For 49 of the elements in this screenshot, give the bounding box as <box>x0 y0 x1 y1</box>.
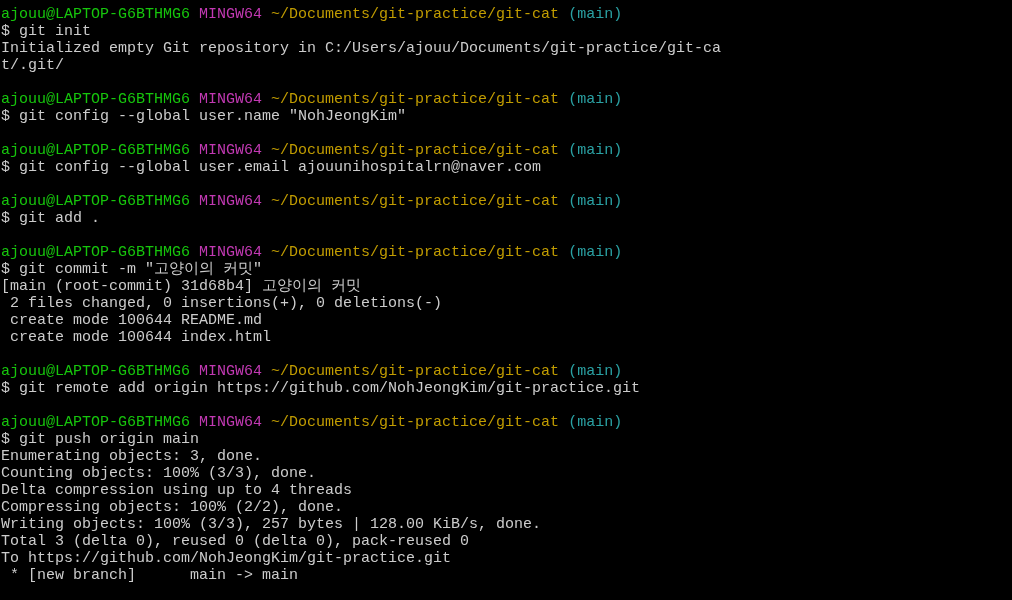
prompt-branch: (main) <box>568 244 623 261</box>
prompt-branch: (main) <box>568 363 623 380</box>
prompt-user-host: ajouu@LAPTOP-G6BTHMG6 <box>1 6 191 23</box>
output-line: Counting objects: 100% (3/3), done. <box>1 465 317 482</box>
command-line: $ git push origin main <box>1 431 200 448</box>
prompt-branch: (main) <box>568 142 623 159</box>
prompt-branch: (main) <box>568 6 623 23</box>
prompt-system: MINGW64 <box>199 91 263 108</box>
prompt-path: ~/Documents/git-practice/git-cat <box>271 91 560 108</box>
prompt-user-host: ajouu@LAPTOP-G6BTHMG6 <box>1 142 191 159</box>
output-line: Delta compression using up to 4 threads <box>1 482 353 499</box>
prompt-user-host: ajouu@LAPTOP-G6BTHMG6 <box>1 414 191 431</box>
command-line: $ git add . <box>1 210 101 227</box>
output-line: Writing objects: 100% (3/3), 257 bytes | 128.00 KiB/s, done. <box>1 516 542 533</box>
output-line: To https://github.com/NohJeongKim/git-practice.git <box>1 550 452 567</box>
prompt-path: ~/Documents/git-practice/git-cat <box>271 244 560 261</box>
output-line: 2 files changed, 0 insertions(+), 0 deletions(-) <box>9 295 443 312</box>
prompt-path: ~/Documents/git-practice/git-cat <box>271 363 560 380</box>
command-line: $ git init <box>1 23 91 40</box>
output-line: * [new branch] main -> main <box>9 567 299 584</box>
prompt-user-host: ajouu@LAPTOP-G6BTHMG6 <box>1 244 191 261</box>
prompt-system: MINGW64 <box>199 142 263 159</box>
output-line: create mode 100644 index.html <box>9 329 272 346</box>
output-line: Total 3 (delta 0), reused 0 (delta 0), pack-reused 0 <box>1 533 470 550</box>
output-line: create mode 100644 README.md <box>9 312 263 329</box>
prompt-system: MINGW64 <box>199 414 263 431</box>
prompt-path: ~/Documents/git-practice/git-cat <box>271 142 560 159</box>
command-line: $ git config --global user.name "NohJeongKim" <box>1 108 407 125</box>
prompt-branch: (main) <box>568 193 623 210</box>
output-line: Enumerating objects: 3, done. <box>1 448 263 465</box>
prompt-system: MINGW64 <box>199 6 263 23</box>
prompt-path: ~/Documents/git-practice/git-cat <box>271 6 560 23</box>
prompt-branch: (main) <box>568 91 623 108</box>
prompt-user-host: ajouu@LAPTOP-G6BTHMG6 <box>1 91 191 108</box>
command-line: $ git config --global user.email ajouunihospitalrn@naver.com <box>1 159 542 176</box>
command-line: $ git commit -m "고양이의 커밋" <box>1 261 263 278</box>
prompt-user-host: ajouu@LAPTOP-G6BTHMG6 <box>1 193 191 210</box>
prompt-system: MINGW64 <box>199 363 263 380</box>
output-line: Initialized empty Git repository in C:/Users/ajouu/Documents/git-practice/git-ca <box>1 40 722 57</box>
output-line: t/.git/ <box>1 57 64 74</box>
output-line: Compressing objects: 100% (2/2), done. <box>1 499 344 516</box>
prompt-path: ~/Documents/git-practice/git-cat <box>271 414 560 431</box>
prompt-system: MINGW64 <box>199 244 263 261</box>
prompt-branch: (main) <box>568 414 623 431</box>
prompt-path: ~/Documents/git-practice/git-cat <box>271 193 560 210</box>
prompt-system: MINGW64 <box>199 193 263 210</box>
command-line: $ git remote add origin https://github.com/NohJeongKim/git-practice.git <box>1 380 641 397</box>
output-line: [main (root-commit) 31d68b4] 고양이의 커밋 <box>1 278 362 295</box>
prompt-user-host: ajouu@LAPTOP-G6BTHMG6 <box>1 363 191 380</box>
